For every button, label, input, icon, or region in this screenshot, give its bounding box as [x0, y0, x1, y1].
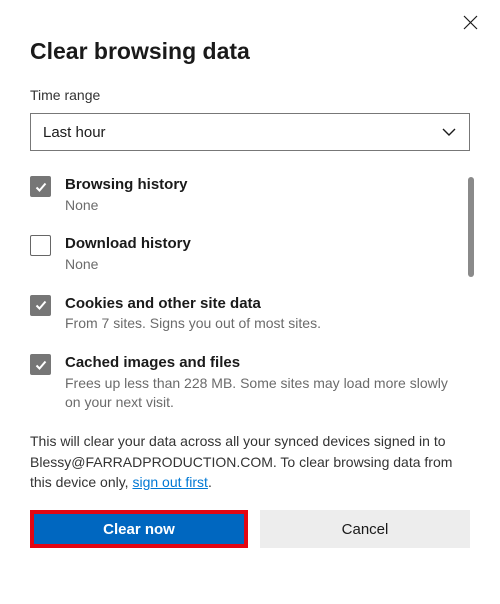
close-button[interactable]: [460, 12, 480, 32]
scrollbar[interactable]: [468, 177, 474, 277]
disclaimer-part-b: .: [208, 474, 212, 490]
option-title: Cookies and other site data: [65, 294, 452, 314]
clear-now-button[interactable]: Clear now: [34, 514, 244, 544]
checkmark-icon: [34, 358, 48, 372]
option-title: Download history: [65, 234, 452, 254]
chevron-down-icon: [441, 124, 457, 140]
option-sub: From 7 sites. Signs you out of most site…: [65, 314, 452, 333]
time-range-select[interactable]: Last hour: [30, 113, 470, 151]
option-title: Cached images and files: [65, 353, 452, 373]
checkmark-icon: [34, 298, 48, 312]
dialog-title: Clear browsing data: [30, 38, 470, 65]
option-browsing-history: Browsing history None: [30, 175, 452, 214]
option-cache: Cached images and files Frees up less th…: [30, 353, 452, 411]
checkbox-download-history[interactable]: [30, 235, 51, 256]
option-sub: None: [65, 255, 452, 274]
clear-now-highlight: Clear now: [30, 510, 248, 548]
close-icon: [463, 15, 478, 30]
option-sub: Frees up less than 228 MB. Some sites ma…: [65, 374, 452, 412]
time-range-label: Time range: [30, 87, 470, 103]
checkbox-cookies[interactable]: [30, 295, 51, 316]
option-title: Browsing history: [65, 175, 452, 195]
cancel-button[interactable]: Cancel: [260, 510, 470, 548]
options-list: Browsing history None Download history N…: [30, 175, 470, 411]
checkmark-icon: [34, 180, 48, 194]
checkbox-cache[interactable]: [30, 354, 51, 375]
option-download-history: Download history None: [30, 234, 452, 273]
button-row: Clear now Cancel: [30, 510, 470, 548]
checkbox-browsing-history[interactable]: [30, 176, 51, 197]
sign-out-link[interactable]: sign out first: [132, 474, 207, 490]
option-cookies: Cookies and other site data From 7 sites…: [30, 294, 452, 333]
disclaimer-text: This will clear your data across all you…: [30, 431, 470, 492]
time-range-value: Last hour: [43, 124, 106, 141]
disclaimer-part-a: This will clear your data across all you…: [30, 433, 452, 490]
option-sub: None: [65, 196, 452, 215]
